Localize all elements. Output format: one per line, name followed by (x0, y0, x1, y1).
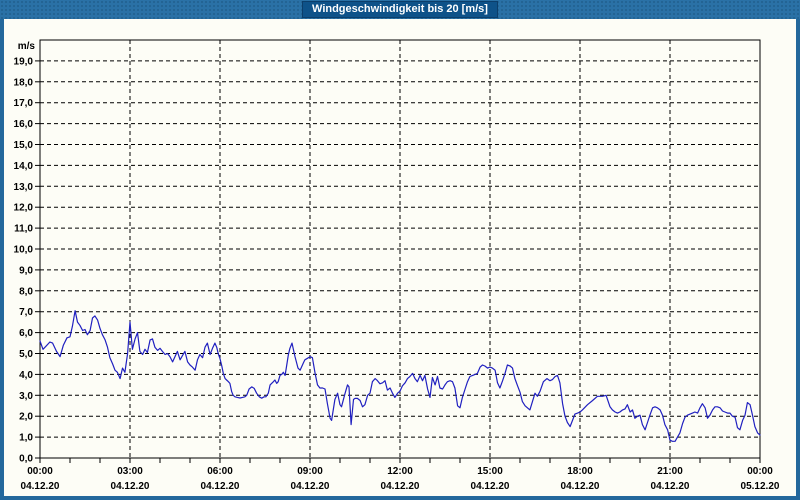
y-tick-label: 0,0 (19, 454, 33, 465)
y-tick-label: 7,0 (19, 307, 33, 318)
x-tick-time-label: 09:00 (297, 466, 323, 477)
x-tick-time-label: 06:00 (207, 466, 233, 477)
y-tick-label: 4,0 (19, 370, 33, 381)
x-tick-date-label: 04.12.20 (291, 481, 330, 492)
x-tick-time-label: 12:00 (387, 466, 413, 477)
y-tick-label: 14,0 (14, 161, 34, 172)
x-tick-date-label: 04.12.20 (111, 481, 150, 492)
chart-window: Windgeschwindigkeit bis 20 [m/s] 0,0 1,0 2… (0, 0, 800, 500)
y-tick-label: 12,0 (14, 203, 34, 214)
x-tick-date-label: 04.12.20 (471, 481, 510, 492)
y-tick-label: 1,0 (19, 433, 33, 444)
y-tick-label: 17,0 (14, 98, 34, 109)
x-tick-date-label: 04.12.20 (381, 481, 420, 492)
x-tick-date-label: 04.12.20 (21, 481, 60, 492)
x-tick-date-label: 05.12.20 (741, 481, 780, 492)
x-date-labels: 04.12.20 04.12.20 04.12.20 04.12.20 04.12.20… (21, 481, 780, 492)
y-tick-label: 15,0 (14, 140, 34, 151)
y-tick-label: 11,0 (14, 224, 33, 235)
y-axis-labels: 0,0 1,0 2,0 3,0 4,0 5,0 6,0 7,0 8,0 9,0 10,0 11,0 12… (14, 56, 34, 464)
x-tick-time-label: 18:00 (567, 466, 593, 477)
y-tick-label: 16,0 (14, 119, 34, 130)
x-tick-time-label: 00:00 (747, 466, 773, 477)
y-tick-label: 19,0 (14, 56, 34, 67)
y-tick-label: 9,0 (19, 265, 33, 276)
chart-title: Windgeschwindigkeit bis 20 [m/s] (302, 1, 498, 18)
chart-area: 0,0 1,0 2,0 3,0 4,0 5,0 6,0 7,0 8,0 9,0 10,0 11,0 12… (4, 19, 796, 496)
x-tick-date-label: 04.12.20 (561, 481, 600, 492)
x-tick-time-label: 15:00 (477, 466, 503, 477)
x-tick-time-label: 00:00 (27, 466, 53, 477)
y-tick-label: 18,0 (14, 77, 34, 88)
y-tick-label: 8,0 (19, 286, 33, 297)
wind-speed-line-chart: 0,0 1,0 2,0 3,0 4,0 5,0 6,0 7,0 8,0 9,0 10,0 11,0 12… (14, 39, 780, 492)
y-tick-label: 10,0 (14, 245, 34, 256)
x-tick-date-label: 04.12.20 (201, 481, 240, 492)
x-tick-date-label: 04.12.20 (651, 481, 690, 492)
y-axis-unit-label: m/s (18, 41, 36, 52)
y-tick-label: 3,0 (19, 391, 33, 402)
x-axis-ticks (39, 458, 761, 463)
y-axis-ticks (35, 60, 40, 459)
x-tick-time-label: 03:00 (117, 466, 143, 477)
y-tick-label: 5,0 (19, 349, 33, 360)
y-tick-label: 13,0 (14, 182, 34, 193)
y-tick-label: 2,0 (19, 412, 33, 423)
y-tick-label: 6,0 (19, 328, 33, 339)
x-tick-time-label: 21:00 (657, 466, 683, 477)
x-time-labels: 00:00 03:00 06:00 09:00 12:00 15:00 18:00 21:00… (27, 466, 773, 477)
title-bar: Windgeschwindigkeit bis 20 [m/s] (0, 0, 800, 19)
